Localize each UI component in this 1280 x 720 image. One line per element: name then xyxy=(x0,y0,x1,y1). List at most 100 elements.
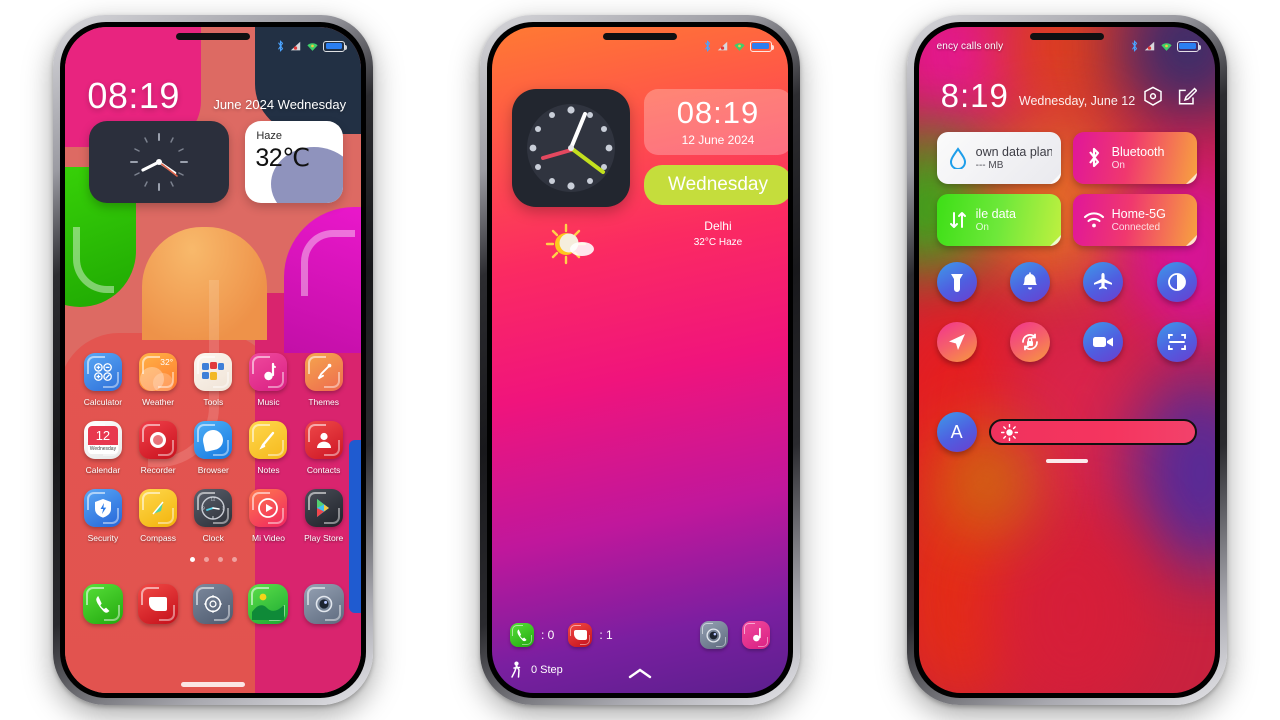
app-notes[interactable]: Notes xyxy=(243,421,293,475)
notes-icon xyxy=(249,421,288,459)
music-icon[interactable] xyxy=(741,621,770,649)
weather-condition: Haze xyxy=(256,130,283,142)
phone-2-status-bar xyxy=(492,27,788,57)
messages-icon[interactable] xyxy=(138,584,179,624)
app-music[interactable]: Music xyxy=(243,353,293,407)
app-label: Security xyxy=(87,533,119,543)
recorder-icon xyxy=(139,421,178,459)
lock-date: 12 June 2024 xyxy=(681,133,755,147)
weather-temperature: 32℃ xyxy=(255,144,310,172)
settings-gear-icon[interactable] xyxy=(1143,86,1163,108)
calendar-weekday: Wednesday xyxy=(87,445,118,454)
app-contacts[interactable]: Contacts xyxy=(299,421,349,475)
page-dot[interactable] xyxy=(189,557,195,562)
wifi-icon xyxy=(307,42,318,51)
page-dot[interactable] xyxy=(217,557,223,562)
status-icons xyxy=(276,40,348,52)
phone-icon[interactable] xyxy=(509,623,534,647)
tile-text: Home-5G Connected xyxy=(1112,207,1166,233)
app-browser[interactable]: Browser xyxy=(188,421,238,475)
phone-2-screen: 08:19 12 June 2024 Wednesday Delhi 32°C … xyxy=(491,27,788,693)
app-themes[interactable]: Themes xyxy=(299,353,349,407)
battery-icon xyxy=(323,40,348,52)
tile-title: own data plan xyxy=(975,145,1052,159)
page-dot[interactable] xyxy=(203,557,209,562)
settings-icon[interactable] xyxy=(193,584,234,624)
flashlight-toggle[interactable] xyxy=(936,262,977,302)
brightness-slider[interactable] xyxy=(988,419,1197,445)
tile-title: Home-5G xyxy=(1111,207,1166,221)
screen-recorder-toggle[interactable] xyxy=(1083,322,1124,362)
app-label: Calculator xyxy=(83,397,123,407)
calculator-glyph xyxy=(94,363,112,381)
tile-wifi[interactable]: Home-5G Connected xyxy=(1072,194,1197,246)
analog-clock-widget[interactable] xyxy=(89,121,230,203)
bell-icon xyxy=(1022,272,1037,290)
app-calendar[interactable]: 12 Wednesday Calendar xyxy=(78,421,128,475)
rotation-lock-toggle[interactable] xyxy=(1009,322,1050,362)
app-clock[interactable]: 12 3 6 9 Clock xyxy=(188,489,238,543)
page-indicator-dots[interactable] xyxy=(65,557,361,562)
lock-analog-clock-widget[interactable] xyxy=(511,89,630,207)
calendar-day: 12 xyxy=(87,426,118,445)
location-toggle[interactable] xyxy=(936,322,977,362)
lock-weekday-widget[interactable]: Wednesday xyxy=(643,165,788,205)
app-security[interactable]: Security xyxy=(78,489,128,543)
phone-1-bezel: 08:19 June 2024 Wednesday Haze 32℃ Calcu… xyxy=(60,22,367,698)
play-circle-glyph xyxy=(258,498,279,518)
app-calculator[interactable]: Calculator xyxy=(78,353,128,407)
airplane-mode-toggle[interactable] xyxy=(1083,262,1124,302)
page-dot[interactable] xyxy=(231,557,237,562)
earpiece-speaker xyxy=(1029,33,1104,40)
browser-sail-glyph xyxy=(201,428,226,452)
toggle-row-2 xyxy=(936,322,1197,362)
camera-icon[interactable] xyxy=(303,584,344,624)
edit-icon[interactable] xyxy=(1177,86,1197,108)
tile-subtitle: Connected xyxy=(1111,222,1161,233)
step-count-text: 0 Step xyxy=(530,664,563,676)
home-indicator[interactable] xyxy=(181,682,246,687)
gallery-icon[interactable] xyxy=(248,584,289,624)
quick-toggles xyxy=(936,262,1197,382)
unlock-chevron-icon[interactable] xyxy=(627,667,653,681)
weather-icon: 32° xyxy=(139,353,178,391)
tile-data-plan[interactable]: own data plan --- MB xyxy=(936,132,1061,184)
analog-clock-face xyxy=(526,104,615,192)
app-recorder[interactable]: Recorder xyxy=(133,421,183,475)
app-tools[interactable]: Tools xyxy=(188,353,238,407)
app-weather[interactable]: 32° Weather xyxy=(133,353,183,407)
app-grid: Calculator 32° Weather Tools Music Theme… xyxy=(65,353,361,624)
airplane-icon xyxy=(1094,273,1113,290)
lock-shortcuts xyxy=(699,621,770,649)
phone-icon[interactable] xyxy=(82,584,123,624)
calculator-icon xyxy=(83,353,122,391)
dark-mode-toggle[interactable] xyxy=(1156,262,1197,302)
handset-glyph xyxy=(517,629,527,642)
security-icon xyxy=(83,489,122,527)
lock-time-widget[interactable]: 08:19 12 June 2024 xyxy=(643,89,788,155)
lock-time: 08:19 xyxy=(676,95,760,130)
app-label: Themes xyxy=(308,397,340,407)
pencil-glyph xyxy=(259,431,275,450)
weather-widget[interactable]: Haze 32℃ xyxy=(245,121,344,203)
app-compass[interactable]: Compass xyxy=(133,489,183,543)
scanner-toggle[interactable] xyxy=(1156,322,1197,362)
app-play-store[interactable]: Play Store xyxy=(299,489,349,543)
phone-1-screen: 08:19 June 2024 Wednesday Haze 32℃ Calcu… xyxy=(65,27,362,693)
home-clock-time: 08:19 xyxy=(87,75,180,116)
tile-subtitle: On xyxy=(1111,160,1125,171)
silent-toggle[interactable] xyxy=(1009,262,1050,302)
phone-2-bezel: 08:19 12 June 2024 Wednesday Delhi 32°C … xyxy=(486,22,793,698)
data-drop-icon xyxy=(946,147,970,169)
tile-bluetooth[interactable]: Bluetooth On xyxy=(1072,132,1197,184)
auto-brightness-toggle[interactable]: A xyxy=(936,412,977,452)
play-store-icon xyxy=(304,489,343,527)
messages-icon[interactable] xyxy=(568,623,593,647)
svg-text:9: 9 xyxy=(203,506,206,511)
tile-mobile-data[interactable]: ile data On xyxy=(936,194,1061,246)
wifi-icon xyxy=(1161,42,1172,51)
camera-icon[interactable] xyxy=(699,621,728,649)
drag-handle[interactable] xyxy=(1045,459,1088,463)
app-label: Compass xyxy=(140,533,177,543)
app-mi-video[interactable]: Mi Video xyxy=(243,489,293,543)
